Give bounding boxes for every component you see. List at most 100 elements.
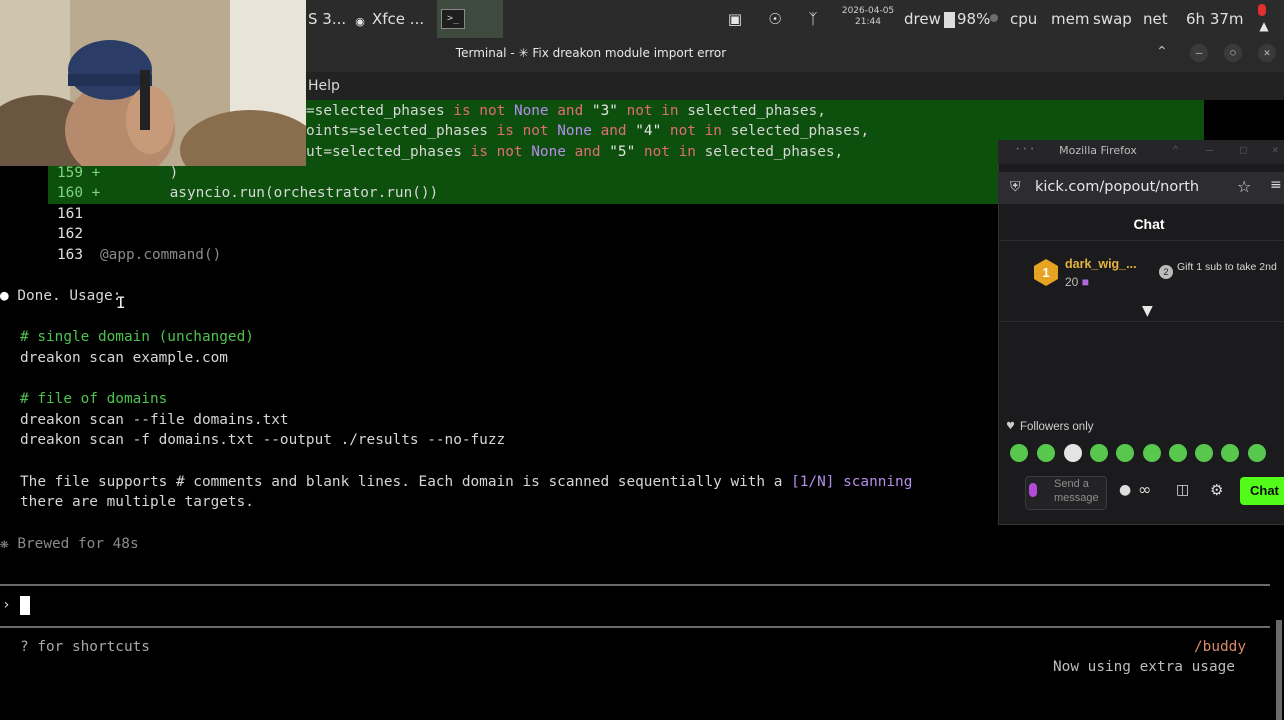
firefox-title: Mozilla Firefox <box>1059 144 1137 157</box>
chevron-up-icon[interactable]: ⌃ <box>1172 143 1179 157</box>
shield-icon[interactable]: ⛨ <box>1010 179 1021 195</box>
diff-line-160: 160 + asyncio.run(orchestrator.run()) <box>57 185 439 201</box>
gift-icon: ■ <box>1081 275 1089 289</box>
terminal-icon: >_ <box>441 9 465 29</box>
network-icon[interactable]: ☉ <box>765 9 785 29</box>
close-icon[interactable]: ✕ <box>1258 44 1276 62</box>
chat-send-button[interactable]: Chat <box>1240 477 1284 505</box>
message-input[interactable]: Send a message <box>1025 476 1107 510</box>
close-icon[interactable]: ✕ <box>1272 143 1279 156</box>
extra-usage-notice: Now using extra usage <box>1053 659 1235 675</box>
rank-badge: 1 <box>1032 258 1060 286</box>
bluetooth-icon[interactable]: ᛉ <box>803 9 823 29</box>
status-dot-icon <box>990 14 998 22</box>
display-icon[interactable]: ▣ <box>725 9 745 29</box>
user-name[interactable]: drew <box>904 10 941 28</box>
maximize-icon[interactable]: □ <box>1240 143 1247 156</box>
line-163: 163 @app.command() <box>57 247 222 263</box>
emote-picker-icon[interactable]: ● <box>1119 482 1131 498</box>
volume-icon[interactable]: ▲ <box>1254 16 1274 36</box>
chat-button-label: Chat <box>1250 483 1279 498</box>
emote-icon[interactable] <box>1116 444 1134 462</box>
gift-icon[interactable]: ◫ <box>1176 482 1189 498</box>
address-bar[interactable]: ⛨ kick.com/popout/north ☆ ≡ <box>998 172 1284 204</box>
gifter-name[interactable]: dark_wig_... <box>1065 257 1137 271</box>
line-161: 161 <box>57 206 83 222</box>
firefox-titlebar: ··· Mozilla Firefox ⌃ – □ ✕ <box>998 140 1284 164</box>
emote-icon[interactable] <box>1037 444 1055 462</box>
emote-icon[interactable] <box>1143 444 1161 462</box>
emote-icon[interactable] <box>1169 444 1187 462</box>
diff-line: oints=selected_phases is not None and "4… <box>306 123 870 139</box>
emote-icon[interactable] <box>1064 444 1082 462</box>
emote-icon[interactable] <box>1090 444 1108 462</box>
prompt-symbol: › <box>2 597 11 613</box>
gift-sub-cta[interactable]: Gift 1 sub to take 2nd <box>1177 262 1277 273</box>
terminal-menubar: Help <box>300 72 1284 100</box>
webcam-overlay <box>0 0 306 166</box>
buddy-command[interactable]: /buddy <box>1194 637 1246 658</box>
command-line: dreakon scan example.com <box>20 350 228 366</box>
mouse-cursor-icon: I <box>116 293 126 312</box>
chat-title: Chat <box>1133 216 1165 232</box>
comment-line: # file of domains <box>20 391 168 407</box>
comment-line: # single domain (unchanged) <box>20 329 254 345</box>
clock[interactable]: 2026-04-05 21:44 <box>836 6 900 28</box>
shortcuts-hint: ? for shortcuts <box>20 639 150 655</box>
battery-icon <box>944 12 955 28</box>
webcam-image <box>0 0 306 166</box>
emote-icon[interactable] <box>1221 444 1239 462</box>
gift-count: 20 ■ <box>1065 275 1089 289</box>
chat-divider <box>998 321 1284 322</box>
brewed-status: ❋ Brewed for 48s <box>0 536 139 552</box>
taskbar-item[interactable]: S 3... <box>308 10 346 28</box>
gear-icon[interactable]: ⚙ <box>1210 481 1223 499</box>
hamburger-menu-icon[interactable]: ≡ <box>1270 177 1282 193</box>
taskbar-item[interactable]: Xfce ... <box>372 10 424 28</box>
chrome-icon: ◉ <box>355 15 365 28</box>
diff-line: ut=selected_phases is not None and "5" n… <box>306 144 844 160</box>
followers-only-label: Followers only <box>1020 421 1094 433</box>
done-message: ● Done. Usage: <box>0 288 122 304</box>
microphone-icon[interactable] <box>1258 4 1266 16</box>
scrollbar[interactable] <box>1276 620 1282 720</box>
emote-icon[interactable] <box>1248 444 1266 462</box>
minimize-icon[interactable]: – <box>1206 143 1213 157</box>
rank-number: 1 <box>1042 265 1049 280</box>
command-line: dreakon scan -f domains.txt --output ./r… <box>20 432 506 448</box>
heart-icon: ♥ <box>1006 421 1015 432</box>
taskbar-active-item[interactable]: >_ <box>437 0 503 38</box>
url-text[interactable]: kick.com/popout/north <box>1035 179 1235 195</box>
prompt-divider-top <box>0 584 1270 586</box>
chevron-up-icon[interactable]: ⌃ <box>1156 44 1174 60</box>
diff-line-159: 159 + ) <box>57 165 179 181</box>
minimize-icon[interactable]: – <box>1190 44 1208 62</box>
uptime: 6h 37m <box>1186 10 1244 28</box>
prompt-input[interactable] <box>20 596 30 615</box>
terminal-titlebar: Terminal - ✳ Fix dreakon module import e… <box>300 38 1284 72</box>
bookmark-star-icon[interactable]: ☆ <box>1237 177 1251 196</box>
monitor-mem[interactable]: mem <box>1051 10 1089 28</box>
microphone-icon[interactable] <box>1029 483 1037 497</box>
line-162: 162 <box>57 226 83 242</box>
sparkle-icon: ❋ <box>0 536 9 552</box>
monitor-swap[interactable]: swap <box>1093 10 1132 28</box>
maximize-icon[interactable]: ○ <box>1224 44 1242 62</box>
chat-header: Chat <box>998 210 1284 241</box>
gift-sub-icon: 2 <box>1159 265 1173 279</box>
message-placeholder: Send a message <box>1054 478 1099 504</box>
prompt-divider-bottom <box>0 626 1270 628</box>
emote-icon[interactable] <box>1195 444 1213 462</box>
battery-level[interactable]: 98% <box>957 10 990 28</box>
description-line: The file supports # comments and blank l… <box>20 474 913 490</box>
command-line: dreakon scan --file domains.txt <box>20 412 289 428</box>
description-line: there are multiple targets. <box>20 494 254 510</box>
infinity-icon[interactable]: ∞ <box>1138 480 1151 499</box>
menu-help[interactable]: Help <box>308 78 340 94</box>
collapse-icon[interactable]: ▼ <box>1142 303 1153 319</box>
monitor-cpu[interactable]: cpu <box>1010 10 1037 28</box>
window-title: Terminal - ✳ Fix dreakon module import e… <box>455 46 727 60</box>
diff-line: =selected_phases is not None and "3" not… <box>306 103 826 119</box>
emote-icon[interactable] <box>1010 444 1028 462</box>
monitor-net[interactable]: net <box>1143 10 1168 28</box>
